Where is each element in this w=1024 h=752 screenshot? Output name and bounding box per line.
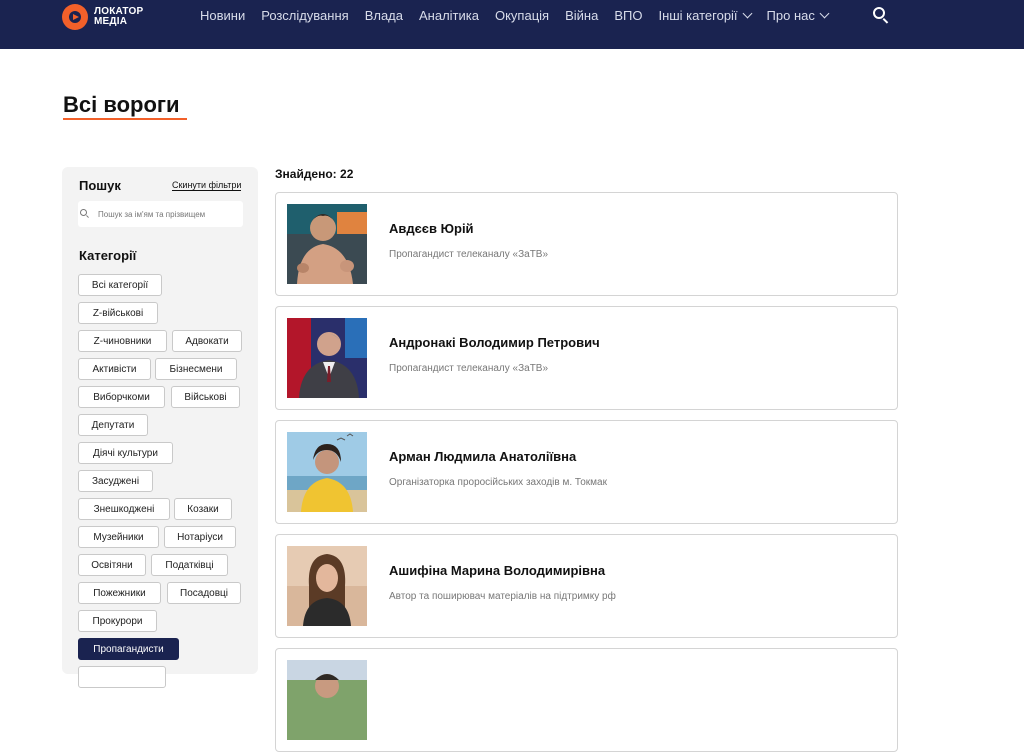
nav-label: Про нас — [766, 8, 815, 23]
category-businessmen[interactable]: Бізнесмени — [155, 358, 237, 380]
category-z-officials[interactable]: Z-чиновники — [78, 330, 167, 352]
person-name[interactable]: Ашифіна Марина Володимирівна — [389, 563, 605, 578]
nav-label: Інші категорії — [658, 8, 738, 23]
search-icon[interactable] — [872, 6, 890, 24]
category-cossacks[interactable]: Козаки — [174, 498, 232, 520]
category-more[interactable] — [78, 666, 166, 688]
search-field[interactable] — [78, 201, 243, 227]
nav-item-government[interactable]: Влада — [365, 8, 403, 23]
category-educators[interactable]: Освітяни — [78, 554, 146, 576]
results-count: Знайдено: 22 — [275, 167, 354, 181]
filter-sidebar: Пошук Скинути фільтри Категорії Всі кате… — [62, 167, 258, 688]
nav-item-occupation[interactable]: Окупація — [495, 8, 549, 23]
person-role: Автор та поширювач матеріалів на підтрим… — [389, 591, 616, 602]
logo-icon — [62, 4, 88, 30]
category-propagandists[interactable]: Пропагандисти — [78, 638, 179, 660]
nav-item-idp[interactable]: ВПО — [614, 8, 642, 23]
category-cultural-figures[interactable]: Діячі культури — [78, 442, 173, 464]
search-input[interactable] — [98, 206, 240, 222]
person-name[interactable]: Арман Людмила Анатоліївна — [389, 449, 576, 464]
nav-item-other-categories[interactable]: Інші категорії — [658, 8, 752, 23]
person-photo — [287, 546, 367, 626]
top-navigation-bar: ЛОКАТОР МЕДІА Новини Розслідування Влада… — [0, 0, 1024, 49]
logo-text: ЛОКАТОР МЕДІА — [94, 7, 143, 27]
person-card[interactable]: Авдєєв Юрій Пропагандист телеканалу «ЗаТ… — [275, 192, 898, 296]
nav-label: Аналітика — [419, 8, 479, 23]
person-name[interactable]: Андронакі Володимир Петрович — [389, 335, 600, 350]
nav-item-news[interactable]: Новини — [200, 8, 245, 23]
categories-section-title: Категорії — [79, 248, 137, 263]
person-card[interactable]: Арман Людмила Анатоліївна Організаторка … — [275, 420, 898, 524]
site-logo[interactable]: ЛОКАТОР МЕДІА — [62, 4, 143, 30]
category-lawyers[interactable]: Адвокати — [172, 330, 242, 352]
category-firefighters[interactable]: Пожежники — [78, 582, 161, 604]
search-icon-handle — [882, 18, 889, 24]
person-card[interactable]: Ашифіна Марина Володимирівна Автор та по… — [275, 534, 898, 638]
nav-label: ВПО — [614, 8, 643, 23]
nav-item-about[interactable]: Про нас — [766, 8, 830, 23]
chevron-down-icon — [742, 8, 752, 19]
category-all[interactable]: Всі категорії — [78, 274, 162, 296]
nav-label: Влада — [364, 8, 403, 23]
nav-item-analytics[interactable]: Аналітика — [419, 8, 479, 23]
search-icon-handle — [86, 215, 89, 218]
category-prosecutors[interactable]: Прокурори — [78, 610, 157, 632]
page-title: Всі вороги — [63, 92, 180, 117]
person-role: Пропагандист телеканалу «ЗаТВ» — [389, 249, 549, 260]
person-card[interactable] — [275, 648, 898, 752]
title-underline — [63, 118, 187, 120]
reset-filters-link[interactable]: Скинути фільтри — [172, 180, 242, 191]
nav-label: Новини — [200, 8, 246, 23]
category-tax-officers[interactable]: Податківці — [151, 554, 228, 576]
person-photo — [287, 660, 367, 740]
category-notaries[interactable]: Нотаріуси — [164, 526, 236, 548]
person-role: Пропагандист телеканалу «ЗаТВ» — [389, 363, 549, 374]
nav-item-war[interactable]: Війна — [565, 8, 598, 23]
person-photo — [287, 204, 367, 284]
category-museum-workers[interactable]: Музейники — [78, 526, 159, 548]
person-photo — [287, 318, 367, 398]
category-z-military[interactable]: Z-військові — [78, 302, 158, 324]
category-deputies[interactable]: Депутати — [78, 414, 148, 436]
nav-label: Війна — [565, 8, 599, 23]
nav-label: Розслідування — [261, 8, 349, 23]
person-photo — [287, 432, 367, 512]
category-military[interactable]: Військові — [171, 386, 240, 408]
search-section-title: Пошук — [79, 178, 121, 193]
category-neutralized[interactable]: Знешкоджені — [78, 498, 170, 520]
person-role: Організаторка проросійських заходів м. Т… — [389, 477, 607, 488]
category-officials[interactable]: Посадовці — [167, 582, 241, 604]
category-convicted[interactable]: Засуджені — [78, 470, 153, 492]
nav-item-investigations[interactable]: Розслідування — [261, 8, 348, 23]
category-activists[interactable]: Активісти — [78, 358, 151, 380]
category-election-commissions[interactable]: Виборчкоми — [78, 386, 165, 408]
chevron-down-icon — [819, 8, 830, 19]
person-name[interactable]: Авдєєв Юрій — [389, 221, 474, 236]
person-card[interactable]: Андронакі Володимир Петрович Пропагандис… — [275, 306, 898, 410]
nav-label: Окупація — [494, 8, 550, 23]
main-nav: Новини Розслідування Влада Аналітика Оку… — [200, 8, 844, 23]
logo-line-2: МЕДІА — [94, 16, 128, 27]
